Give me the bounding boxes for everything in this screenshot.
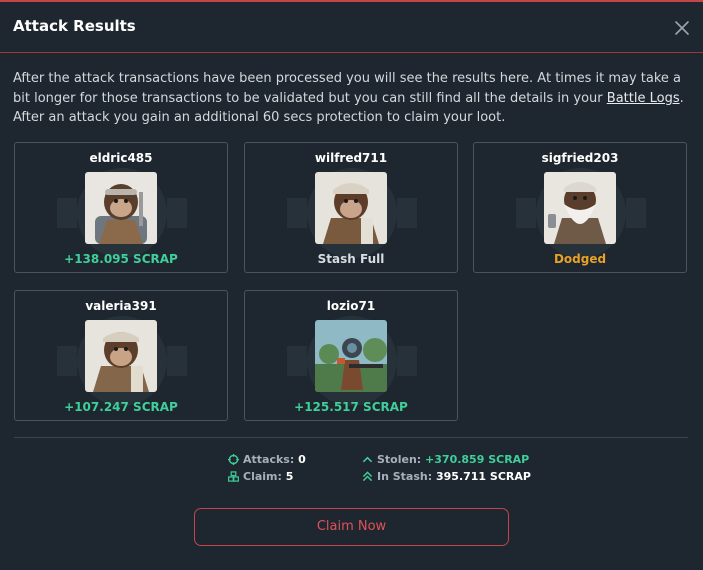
intro-text-before: After the attack transactions have been … (13, 71, 682, 106)
player-avatar (85, 320, 157, 392)
attack-result: Dodged (553, 252, 607, 266)
stolen-stat: Stolen: +370.859 SCRAP (362, 453, 529, 466)
result-card: sigfried203 Dodged (473, 142, 687, 273)
attacks-label: Attacks: (243, 453, 295, 466)
player-avatar (315, 172, 387, 244)
player-name: sigfried203 (541, 151, 619, 165)
result-card: lozio71 +125.517 SCRAP (244, 290, 458, 421)
claim-now-button[interactable]: Claim Now (194, 508, 509, 546)
attack-result: +125.517 SCRAP (294, 400, 408, 414)
crates-icon (228, 471, 239, 482)
player-name: wilfred711 (314, 151, 388, 165)
player-name: valeria391 (85, 299, 157, 313)
claim-value: 5 (285, 470, 294, 483)
attacks-value: 0 (298, 453, 306, 466)
claim-label: Claim: (243, 470, 282, 483)
player-name: lozio71 (326, 299, 376, 313)
stash-label: In Stash: (377, 470, 433, 483)
intro-text: After the attack transactions have been … (13, 69, 688, 128)
player-avatar (85, 172, 157, 244)
modal-title: Attack Results (13, 17, 136, 35)
stash-value: 395.711 SCRAP (435, 470, 531, 483)
result-card: eldric485 +138.095 SCRAP (14, 142, 228, 273)
player-avatar (315, 320, 387, 392)
attack-results-modal: Attack Results After the attack transact… (0, 0, 703, 570)
stolen-label: Stolen: (377, 453, 422, 466)
claim-stat: Claim: 5 (228, 470, 293, 483)
modal-header: Attack Results (0, 2, 703, 53)
chevron-up-icon (362, 456, 373, 463)
attack-result: +138.095 SCRAP (64, 252, 178, 266)
battle-logs-link[interactable]: Battle Logs (607, 91, 680, 106)
result-card: wilfred711 Stash Full (244, 142, 458, 273)
result-card: valeria391 +107.247 SCRAP (14, 290, 228, 421)
attack-result: +107.247 SCRAP (64, 400, 178, 414)
stash-stat: In Stash: 395.711 SCRAP (362, 470, 531, 483)
player-avatar (544, 172, 616, 244)
summary-divider (14, 437, 688, 438)
attack-result: Stash Full (317, 252, 385, 266)
attacks-stat: Attacks: 0 (228, 453, 306, 466)
double-chevron-up-icon (362, 471, 373, 482)
close-icon[interactable] (672, 18, 692, 38)
stolen-value: +370.859 SCRAP (425, 453, 530, 466)
player-name: eldric485 (89, 151, 153, 165)
crosshair-icon (228, 454, 239, 465)
